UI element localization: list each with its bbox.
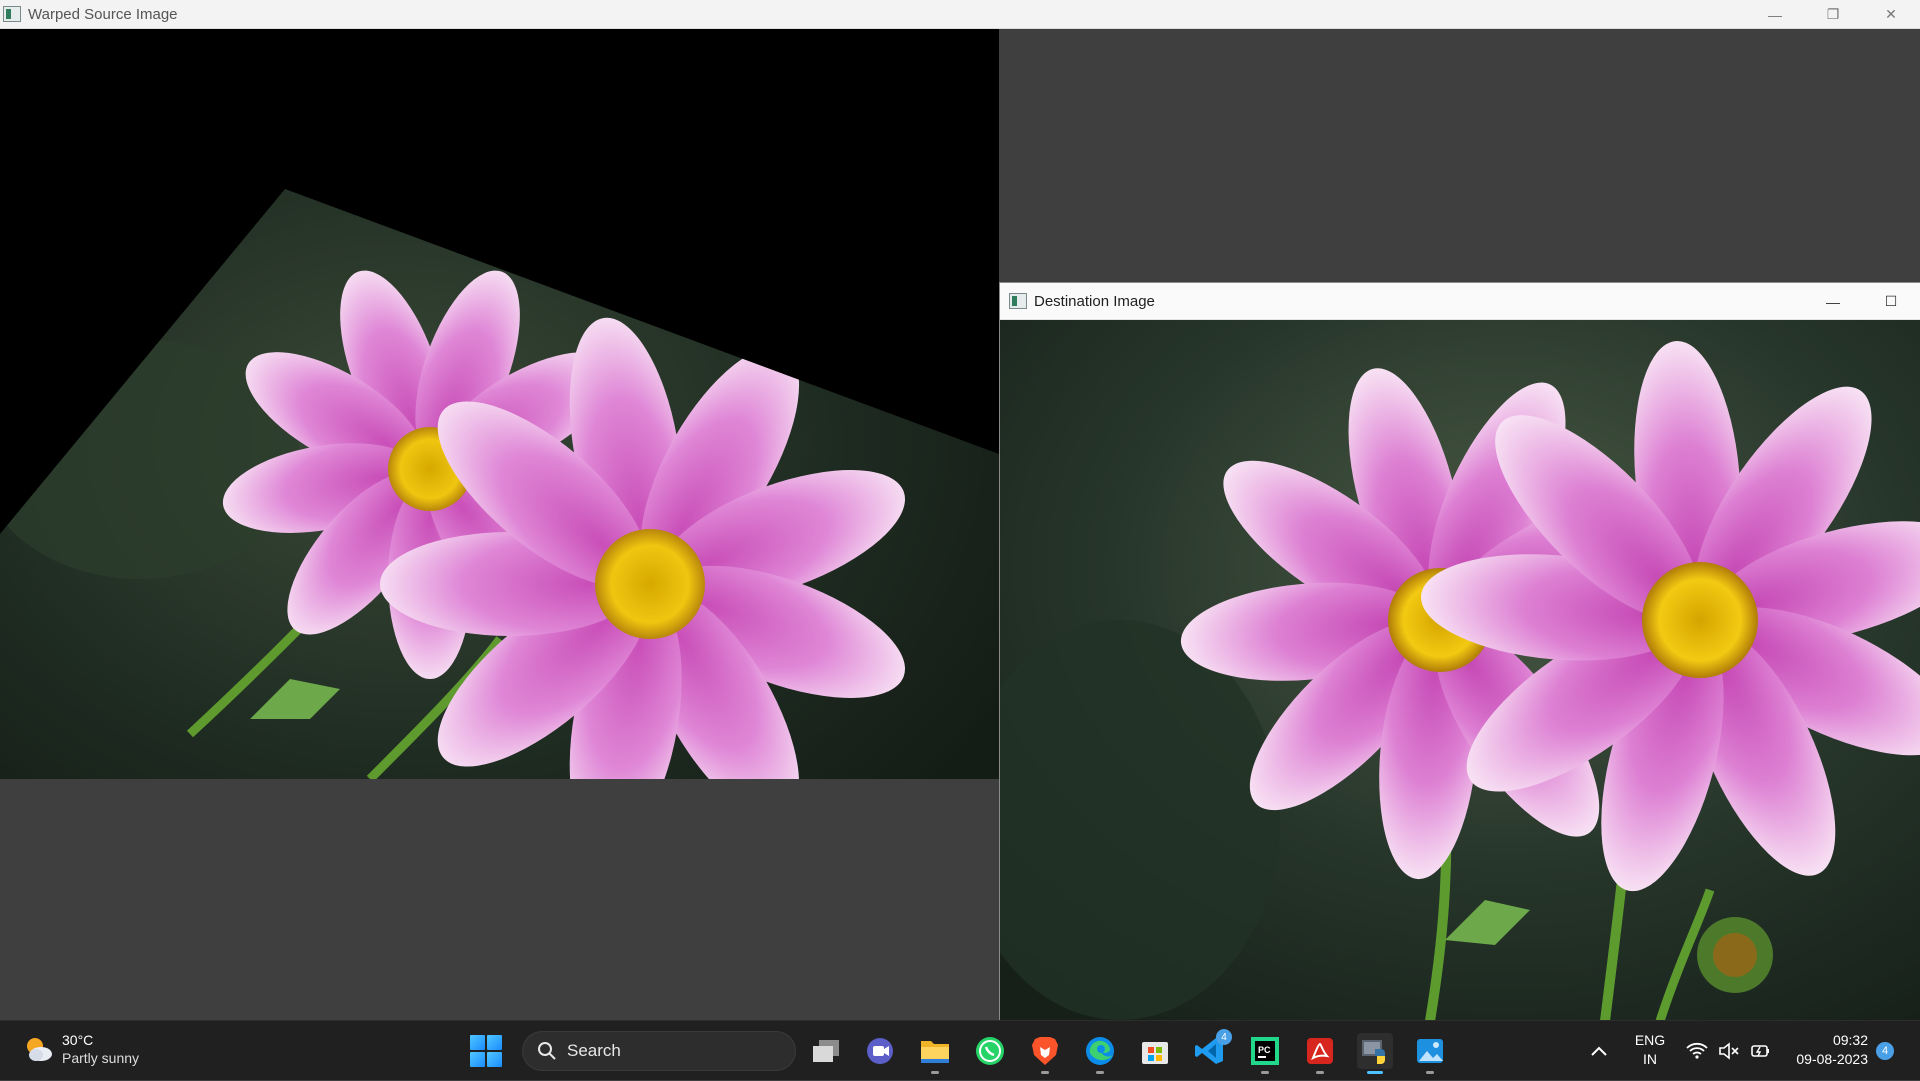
folder-icon [921, 1041, 949, 1063]
language-region: IN [1643, 1051, 1657, 1067]
dest-titlebar[interactable]: Destination Image — ☐ [1000, 283, 1920, 320]
vscode-button[interactable]: 4 [1192, 1029, 1232, 1069]
search-placeholder: Search [567, 1041, 621, 1060]
pycharm-button[interactable]: PC [1247, 1033, 1283, 1074]
clock[interactable]: 09:32 09-08-2023 [1784, 1031, 1868, 1069]
acrobat-button[interactable] [1302, 1033, 1338, 1074]
brave-button[interactable] [1027, 1033, 1063, 1074]
search-icon [538, 1042, 556, 1060]
clock-time: 09:32 [1832, 1032, 1868, 1048]
python-icon [1362, 1040, 1385, 1064]
running-indicator [1096, 1071, 1104, 1074]
volume-muted-icon [1719, 1042, 1739, 1060]
python-button[interactable] [1357, 1033, 1393, 1074]
show-hidden-icons-button[interactable] [1590, 1021, 1608, 1081]
edge-button[interactable] [1082, 1033, 1118, 1074]
acrobat-icon [1307, 1038, 1333, 1064]
wifi-icon [1686, 1042, 1708, 1059]
meet-button[interactable] [862, 1033, 898, 1069]
whatsapp-icon [976, 1037, 1004, 1065]
vscode-badge: 4 [1216, 1029, 1232, 1045]
battery-charging-icon [1751, 1045, 1769, 1057]
running-indicator [1316, 1071, 1324, 1074]
close-button[interactable]: ✕ [1862, 0, 1920, 29]
warped-image-canvas[interactable] [0, 29, 999, 779]
destination-window: Destination Image — ☐ [999, 282, 1920, 1021]
dest-window-title: Destination Image [1034, 292, 1155, 310]
start-button[interactable] [470, 1035, 502, 1067]
language-indicator[interactable]: ENG IN [1630, 1031, 1670, 1069]
windows-logo-icon [470, 1035, 485, 1050]
maximize-icon: ☐ [1884, 293, 1898, 309]
warped-flower-image [0, 29, 999, 779]
running-indicator [1426, 1071, 1434, 1074]
svg-text:PC: PC [1258, 1045, 1271, 1055]
notification-badge[interactable]: 4 [1876, 1042, 1894, 1060]
taskbar-search[interactable]: Search [522, 1031, 796, 1071]
close-icon: ✕ [1885, 6, 1897, 22]
dest-maximize-button[interactable]: ☐ [1862, 283, 1920, 320]
clock-date: 09-08-2023 [1796, 1051, 1868, 1067]
task-view-icon [813, 1040, 839, 1062]
store-icon [1142, 1042, 1168, 1064]
store-button[interactable] [1137, 1033, 1173, 1069]
minimize-icon: — [1768, 6, 1782, 23]
chevron-up-icon [1591, 1046, 1607, 1056]
video-camera-icon [867, 1038, 893, 1064]
language-code: ENG [1634, 1032, 1666, 1048]
main-window-title: Warped Source Image [28, 5, 178, 23]
destination-flower-image [1000, 320, 1920, 1021]
weather-desc: Partly sunny [62, 1050, 140, 1066]
photos-button[interactable] [1412, 1033, 1448, 1074]
destination-image-canvas[interactable] [1000, 320, 1920, 1021]
weather-temp: 30°C [62, 1032, 94, 1048]
weather-widget[interactable]: 30°C Partly sunny [22, 1031, 139, 1067]
system-tray-icons[interactable] [1686, 1021, 1772, 1081]
dest-minimize-button[interactable]: — [1804, 283, 1862, 320]
window-app-icon [3, 6, 21, 22]
restore-button[interactable]: ❐ [1804, 0, 1862, 29]
restore-icon: ❐ [1826, 6, 1840, 22]
minimize-button[interactable]: — [1746, 0, 1804, 29]
file-explorer-button[interactable] [917, 1033, 953, 1074]
photos-icon [1417, 1039, 1443, 1063]
running-indicator [1041, 1071, 1049, 1074]
running-indicator [931, 1071, 939, 1074]
pycharm-icon: PC [1251, 1037, 1279, 1065]
whatsapp-button[interactable] [972, 1033, 1008, 1069]
task-view-button[interactable] [808, 1033, 844, 1069]
brave-lion-icon [1032, 1037, 1058, 1065]
window-app-icon [1009, 293, 1027, 309]
minimize-icon: — [1826, 293, 1840, 310]
partly-sunny-icon [22, 1033, 54, 1065]
edge-icon [1086, 1037, 1114, 1065]
taskbar: 30°C Partly sunny Search 4 PC ENG IN 09:… [0, 1020, 1920, 1080]
running-indicator [1261, 1071, 1269, 1074]
active-indicator [1367, 1071, 1383, 1074]
main-titlebar[interactable]: Warped Source Image — ❐ ✕ [0, 0, 1920, 29]
